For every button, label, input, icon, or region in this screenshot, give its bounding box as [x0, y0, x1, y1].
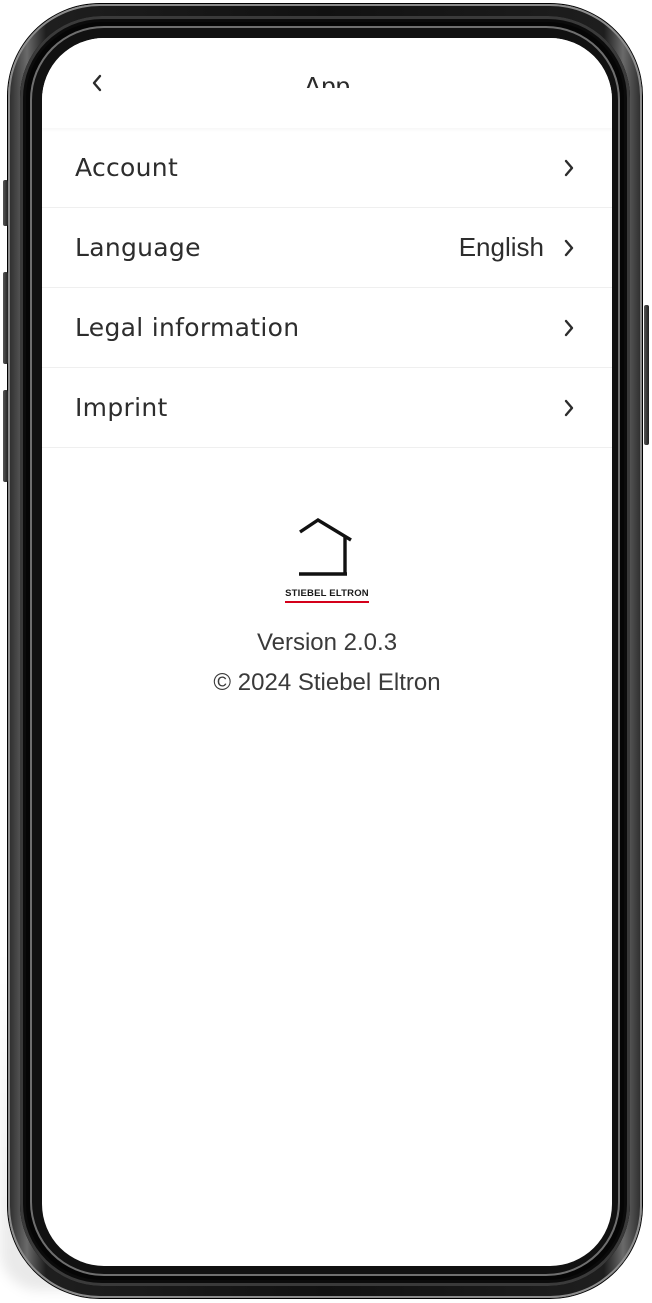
navigation-bar: App: [42, 38, 612, 128]
stiebel-eltron-logo-icon: [299, 517, 352, 576]
settings-menu: Account Language English Legal informati…: [42, 128, 612, 448]
chevron-right-icon: [562, 158, 576, 178]
page-title: App: [303, 71, 351, 88]
side-button-action: [3, 180, 8, 226]
brand-section: STIEBEL ELTRON Version 2.0.3 © 2024 Stie…: [42, 516, 612, 697]
app-version: Version 2.0.3: [256, 629, 398, 656]
app-screen: App Account Language English Legal infor…: [42, 38, 612, 1266]
chevron-right-icon: [562, 238, 576, 258]
menu-item-label: Account: [75, 153, 179, 182]
language-value: English: [458, 232, 544, 262]
copyright-text: © 2024 Stiebel Eltron: [213, 669, 441, 696]
menu-item-language[interactable]: Language English: [42, 208, 612, 288]
side-button-power: [644, 305, 649, 445]
menu-item-label: Legal information: [75, 313, 300, 342]
side-button-volume-up: [3, 272, 8, 364]
menu-item-account[interactable]: Account: [42, 128, 612, 208]
logo-wordmark: STIEBEL ELTRON: [285, 588, 369, 603]
menu-item-imprint[interactable]: Imprint: [42, 368, 612, 448]
menu-item-label: Language: [75, 233, 201, 262]
side-button-volume-down: [3, 390, 8, 482]
menu-item-legal-information[interactable]: Legal information: [42, 288, 612, 368]
menu-item-label: Imprint: [75, 393, 168, 422]
chevron-right-icon: [562, 318, 576, 338]
chevron-right-icon: [562, 398, 576, 418]
